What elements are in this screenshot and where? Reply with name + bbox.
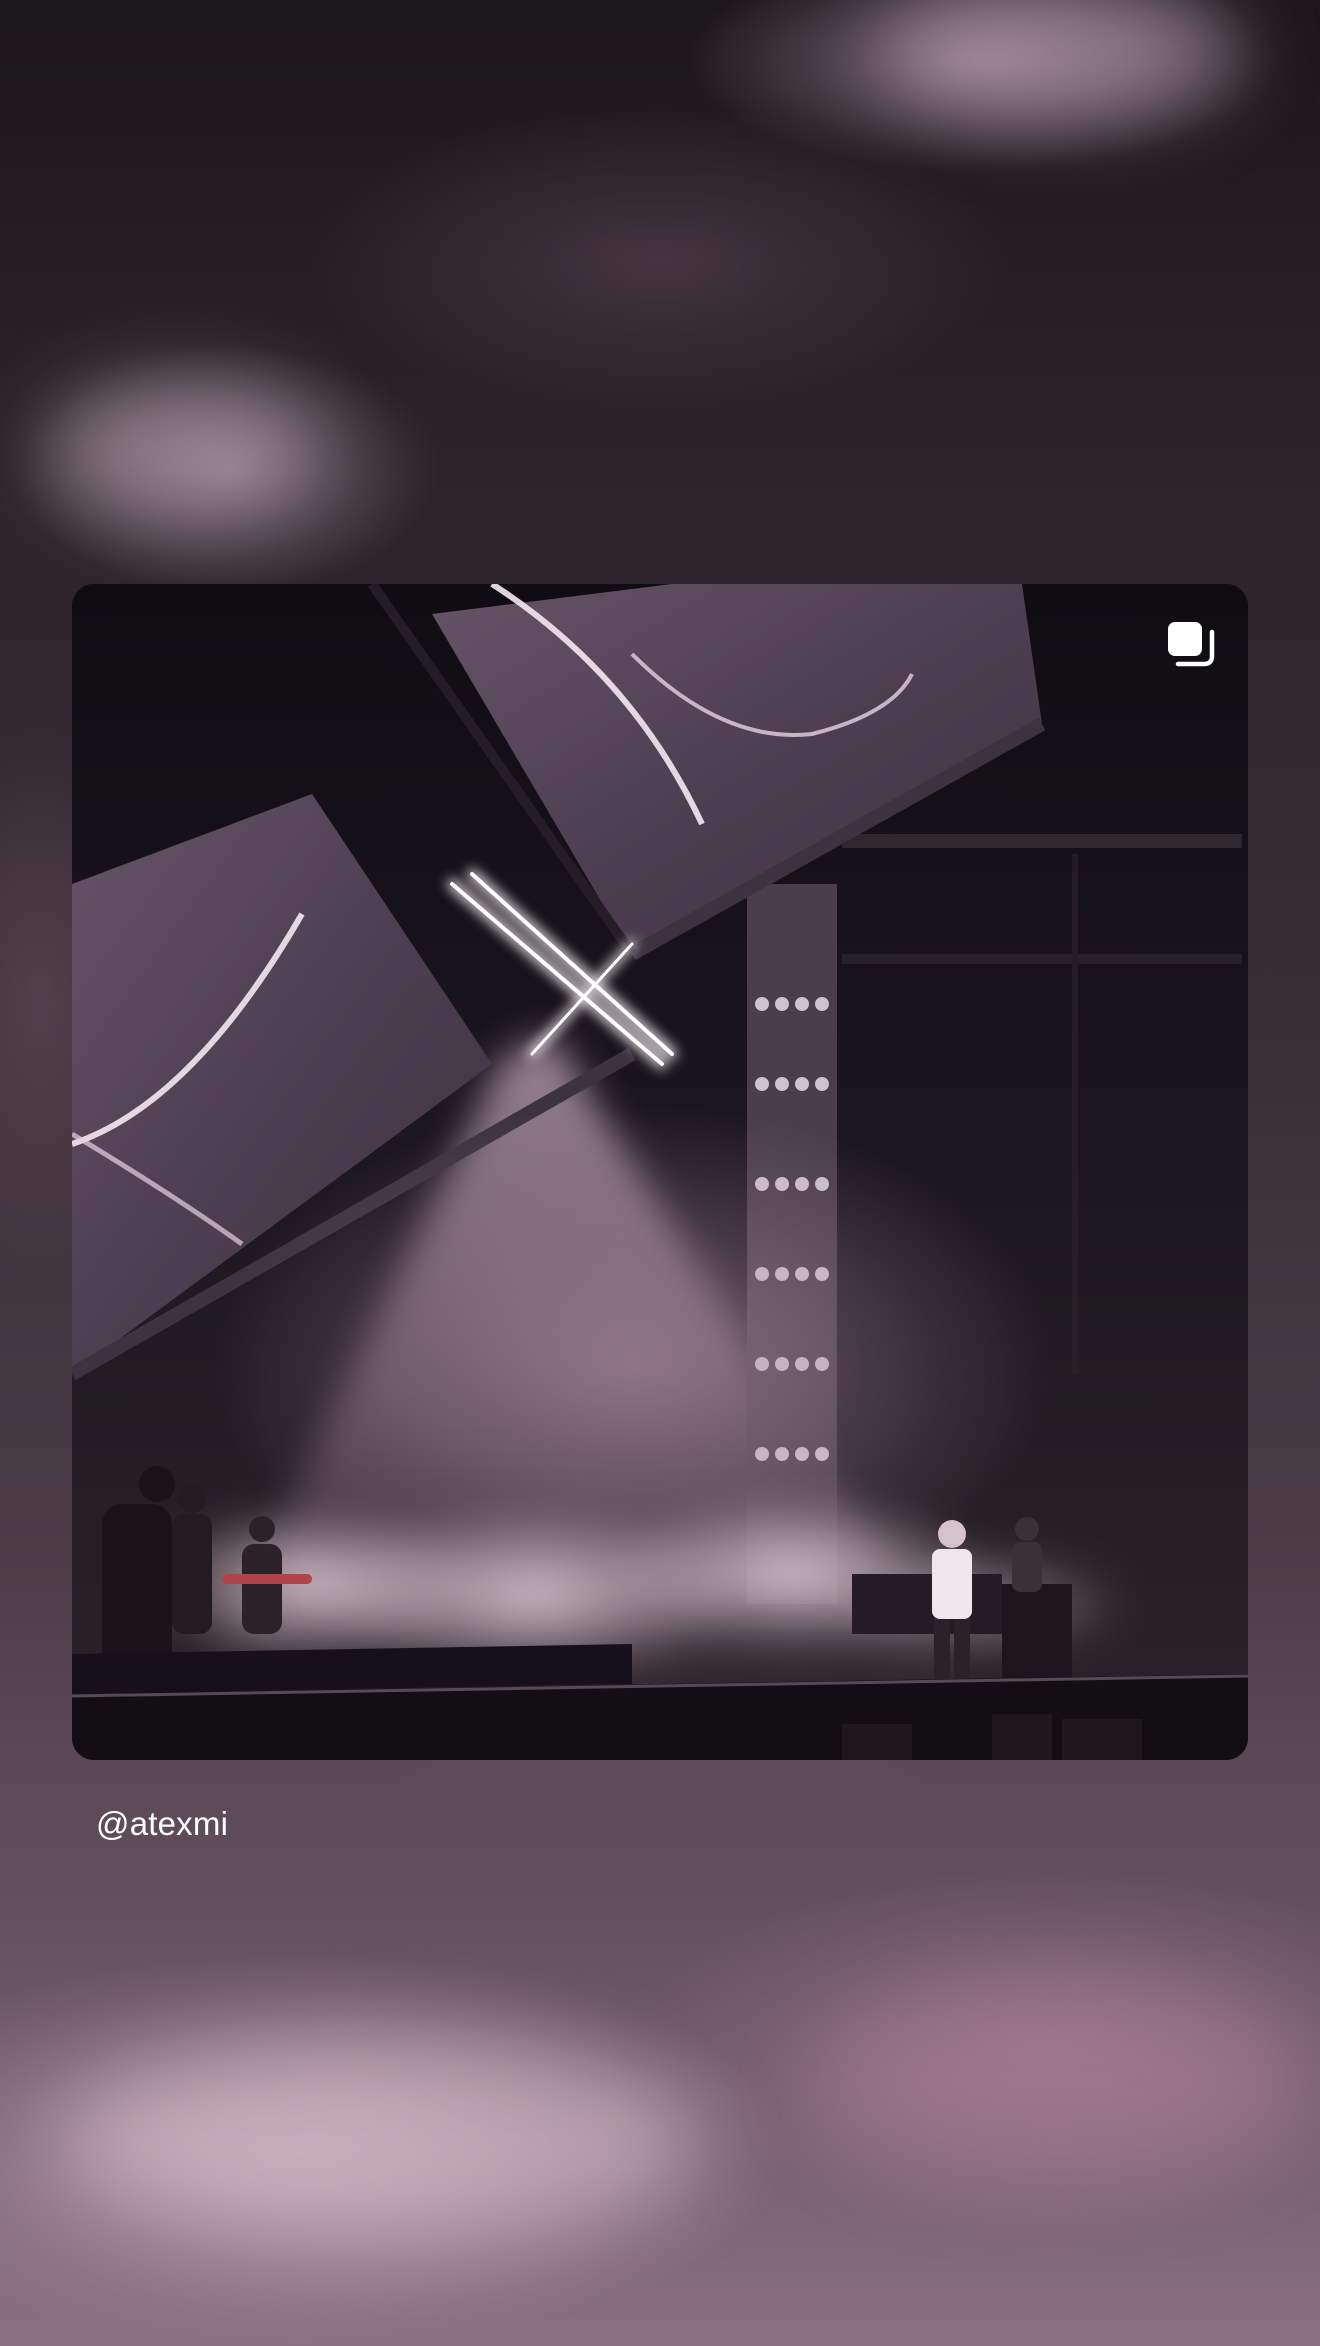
concert-stage-image — [72, 584, 1248, 1760]
story-username[interactable]: @atexmi — [96, 1804, 228, 1844]
story-photo[interactable] — [72, 584, 1248, 1760]
multiple-posts-icon — [1166, 620, 1216, 670]
